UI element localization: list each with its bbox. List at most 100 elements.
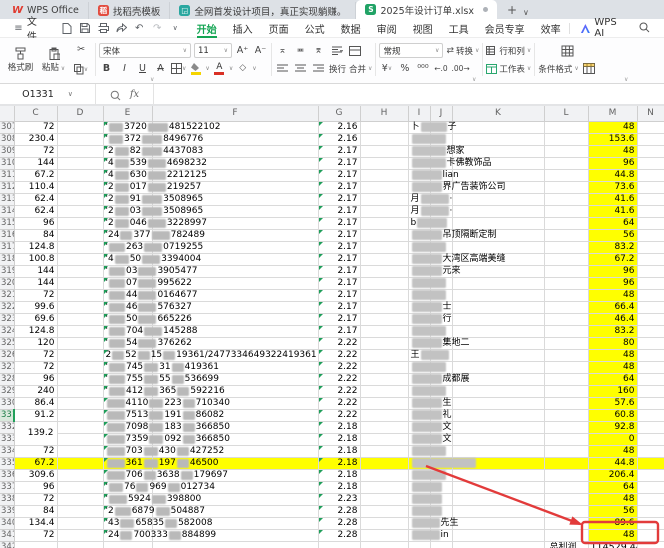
- cell[interactable]: [544, 277, 588, 289]
- cell[interactable]: [544, 361, 588, 373]
- cell[interactable]: [14, 541, 57, 548]
- cell[interactable]: 2.18: [318, 469, 360, 481]
- cell[interactable]: [57, 493, 103, 505]
- cell[interactable]: [452, 541, 544, 548]
- cell[interactable]: [360, 169, 408, 181]
- row-header[interactable]: 333: [0, 433, 14, 445]
- tab-orders-spreadsheet[interactable]: S 2025年设计订单.xlsx: [356, 0, 497, 19]
- cell[interactable]: 124.8: [14, 325, 57, 337]
- cell[interactable]: [57, 229, 103, 241]
- column-header[interactable]: H: [360, 106, 408, 121]
- cell[interactable]: [637, 349, 664, 361]
- cell[interactable]: 2.22: [318, 361, 360, 373]
- cell[interactable]: [637, 241, 664, 253]
- cell[interactable]: '75555536699: [103, 373, 152, 385]
- cell[interactable]: 72: [14, 529, 57, 541]
- align-middle-icon[interactable]: ≖: [293, 43, 308, 58]
- cell[interactable]: 界广告装饰公司: [408, 181, 430, 193]
- cell[interactable]: [360, 517, 408, 529]
- tab-list-dropdown-icon[interactable]: ∨: [523, 8, 535, 19]
- cell[interactable]: in: [408, 529, 430, 541]
- cell[interactable]: [408, 277, 430, 289]
- cell[interactable]: 吊顶隔断定制: [408, 229, 430, 241]
- indent-icon[interactable]: [329, 43, 344, 58]
- cell[interactable]: [360, 145, 408, 157]
- row-header[interactable]: 326: [0, 349, 14, 361]
- cell[interactable]: [452, 505, 544, 517]
- cell[interactable]: 2.18: [318, 481, 360, 493]
- cell[interactable]: [408, 445, 430, 457]
- cell[interactable]: 64: [588, 481, 637, 493]
- cell[interactable]: [452, 121, 544, 133]
- cell[interactable]: [408, 133, 430, 145]
- cell[interactable]: [360, 121, 408, 133]
- cell[interactable]: 48: [588, 445, 637, 457]
- select-all-corner[interactable]: [0, 106, 14, 121]
- menu-item-view[interactable]: 视图: [405, 19, 441, 38]
- cell[interactable]: '2913508965: [103, 193, 152, 205]
- cell[interactable]: 文: [408, 433, 430, 445]
- cell[interactable]: 2.17: [318, 193, 360, 205]
- font-color-dropdown-icon[interactable]: ∨: [229, 65, 233, 72]
- cell[interactable]: 92.8: [588, 421, 637, 433]
- row-header[interactable]: 339: [0, 505, 14, 517]
- cell[interactable]: [57, 469, 103, 481]
- cell[interactable]: [637, 397, 664, 409]
- cell[interactable]: 卜子: [408, 121, 430, 133]
- cell[interactable]: '54376262: [103, 337, 152, 349]
- cell[interactable]: [637, 181, 664, 193]
- cell[interactable]: '07995622: [103, 277, 152, 289]
- orientation-icon[interactable]: [347, 43, 362, 58]
- cell[interactable]: 66.4: [588, 301, 637, 313]
- cell[interactable]: [637, 361, 664, 373]
- cell[interactable]: 月·: [408, 205, 430, 217]
- cell[interactable]: 96: [588, 277, 637, 289]
- column-header[interactable]: E: [103, 106, 152, 121]
- cell[interactable]: [57, 481, 103, 493]
- column-header[interactable]: D: [57, 106, 103, 121]
- cell[interactable]: 48: [588, 289, 637, 301]
- cell[interactable]: 2.17: [318, 301, 360, 313]
- cell[interactable]: 309.6: [14, 469, 57, 481]
- cell[interactable]: 2.17: [318, 289, 360, 301]
- row-header[interactable]: 308: [0, 133, 14, 145]
- cell[interactable]: 56: [588, 229, 637, 241]
- cell[interactable]: '033905477: [103, 265, 152, 277]
- row-header[interactable]: 327: [0, 361, 14, 373]
- group-expander-icon[interactable]: ∨: [624, 77, 628, 83]
- cell[interactable]: [360, 385, 408, 397]
- cell[interactable]: [637, 133, 664, 145]
- cell[interactable]: [637, 493, 664, 505]
- cell[interactable]: '412365592216: [103, 385, 152, 397]
- tab-docer-templates[interactable]: 稻 找稻壳模板: [89, 2, 171, 19]
- cell[interactable]: [452, 289, 544, 301]
- cell[interactable]: [637, 313, 664, 325]
- cell[interactable]: [360, 265, 408, 277]
- cell[interactable]: [452, 529, 544, 541]
- cell[interactable]: 2.28: [318, 529, 360, 541]
- cell[interactable]: [452, 517, 544, 529]
- cell[interactable]: [452, 493, 544, 505]
- cell[interactable]: 2.22: [318, 385, 360, 397]
- menu-item-data[interactable]: 数据: [333, 19, 369, 38]
- cell[interactable]: [360, 181, 408, 193]
- cell[interactable]: '2824437083: [103, 145, 152, 157]
- row-header[interactable]: 318: [0, 253, 14, 265]
- cell[interactable]: [360, 325, 408, 337]
- merge-cells-button[interactable]: 合并∨: [349, 63, 372, 75]
- strikethrough-button[interactable]: A: [153, 61, 168, 76]
- cell[interactable]: '26879504887: [103, 505, 152, 517]
- cell[interactable]: 67.2: [14, 169, 57, 181]
- cell[interactable]: [57, 313, 103, 325]
- cell[interactable]: [57, 301, 103, 313]
- cell[interactable]: 2.17: [318, 145, 360, 157]
- align-right-icon[interactable]: [311, 61, 326, 76]
- cell[interactable]: '76969012734: [103, 481, 152, 493]
- cell[interactable]: 月·: [408, 193, 430, 205]
- cell[interactable]: [152, 541, 318, 548]
- cell[interactable]: 83.2: [588, 325, 637, 337]
- cell[interactable]: [637, 481, 664, 493]
- currency-format-icon[interactable]: ¥ ∨: [379, 61, 394, 76]
- cell[interactable]: [544, 337, 588, 349]
- cell[interactable]: 2.23: [318, 493, 360, 505]
